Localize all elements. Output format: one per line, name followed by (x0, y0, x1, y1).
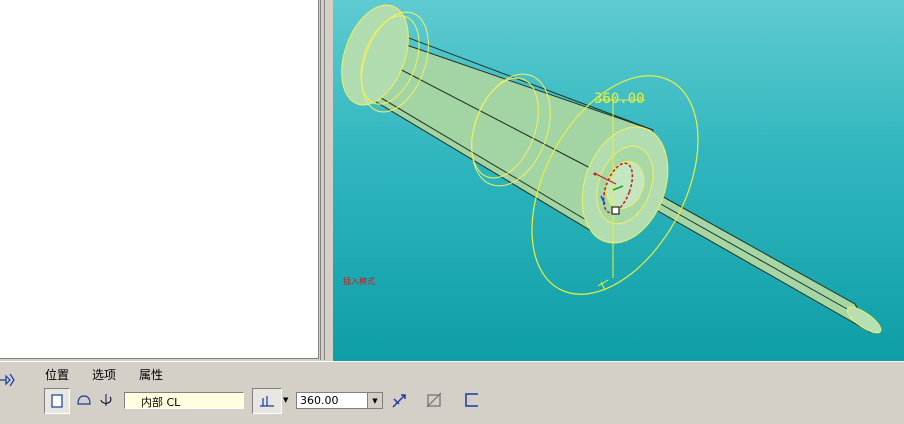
angle-combo-arrow-icon[interactable]: ▼ (367, 393, 382, 408)
angle-dimension-label[interactable]: 360.00 (594, 91, 645, 107)
flip-direction-button[interactable] (388, 388, 412, 412)
thicken-icon (465, 393, 478, 407)
tab-placement[interactable]: 位置 (45, 366, 69, 383)
angle-type-dropdown-icon[interactable]: ▼ (283, 396, 288, 404)
insert-mode-label: 插入模式 (343, 276, 375, 286)
feature-dashboard: 位置 选项 属性 内部 CL ▼ 360.00 ▼ (0, 361, 904, 424)
tab-options[interactable]: 选项 (92, 366, 116, 383)
thicken-button[interactable] (460, 388, 484, 412)
flip-direction-icon (392, 394, 406, 408)
model-canvas: 360.00 插入模式 (341, 4, 882, 334)
axis-select-button[interactable] (94, 388, 118, 412)
small-shaft (632, 179, 882, 334)
solid-button[interactable] (44, 388, 70, 414)
graphics-viewport[interactable]: 360.00 插入模式 (333, 0, 904, 361)
dashboard-gripper-icon[interactable] (0, 370, 18, 390)
angle-value-text: 360.00 (300, 394, 339, 407)
surface-icon (77, 395, 91, 405)
angle-type-button[interactable] (252, 388, 282, 414)
tab-properties[interactable]: 属性 (139, 366, 163, 383)
axis-reference-field[interactable]: 内部 CL (124, 392, 244, 409)
model-tree-panel[interactable] (0, 0, 319, 359)
panel-splitter[interactable] (320, 0, 332, 360)
solid-icon (51, 394, 63, 408)
angle-variable-icon (260, 396, 274, 407)
revolve-axis-icon (100, 394, 112, 406)
surface-button[interactable] (72, 388, 96, 412)
remove-material-button[interactable] (422, 388, 446, 412)
remove-material-icon (426, 392, 442, 408)
angle-value-combo[interactable]: 360.00 ▼ (296, 392, 383, 409)
